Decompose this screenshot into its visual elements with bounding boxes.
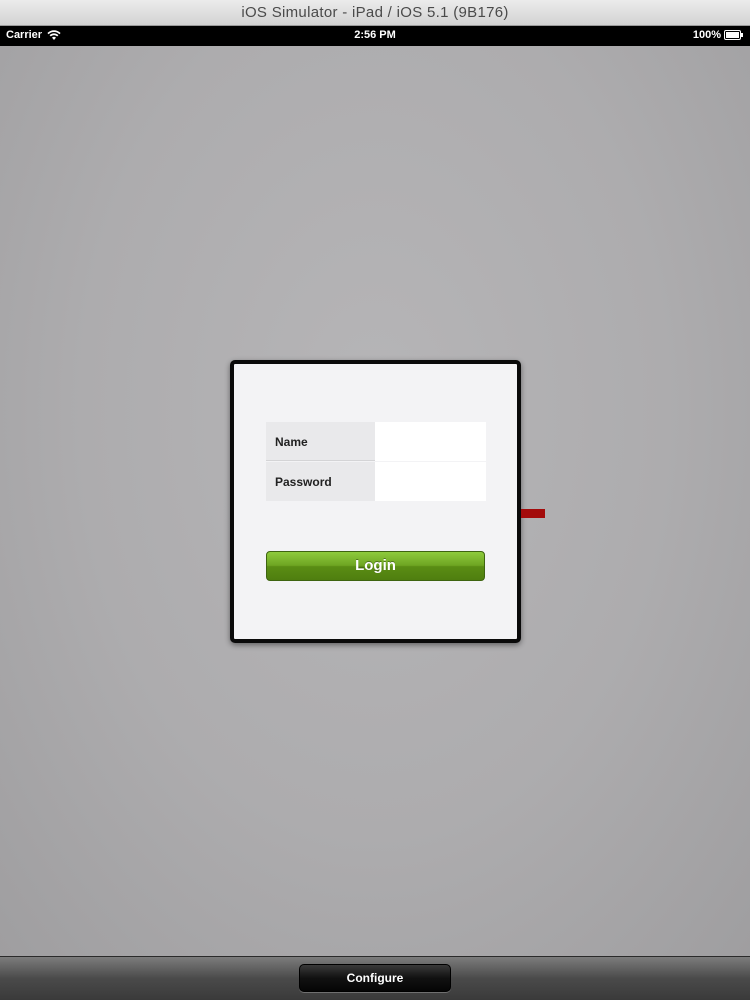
login-button[interactable]: Login <box>266 551 485 581</box>
name-label: Name <box>275 435 308 449</box>
app-screen: Name Password Login <box>0 46 750 956</box>
name-row: Name <box>266 422 486 461</box>
configure-button[interactable]: Configure <box>299 964 451 992</box>
window-title: iOS Simulator - iPad / iOS 5.1 (9B176) <box>241 4 509 21</box>
battery-icon <box>724 30 744 40</box>
status-time: 2:56 PM <box>354 29 396 41</box>
red-marker <box>521 509 545 518</box>
battery-indicator: 100% <box>693 29 744 41</box>
password-label: Password <box>275 475 332 489</box>
simulator-window: iOS Simulator - iPad / iOS 5.1 (9B176) C… <box>0 0 750 1000</box>
password-row: Password <box>266 462 486 501</box>
password-input[interactable] <box>375 462 486 501</box>
name-input[interactable] <box>375 422 486 461</box>
login-panel: Name Password Login <box>230 360 521 643</box>
bottom-toolbar: Configure <box>0 956 750 1000</box>
window-titlebar: iOS Simulator - iPad / iOS 5.1 (9B176) <box>0 0 750 26</box>
status-bar: Carrier 2:56 PM 100% <box>0 26 750 46</box>
battery-percent: 100% <box>692 29 721 41</box>
